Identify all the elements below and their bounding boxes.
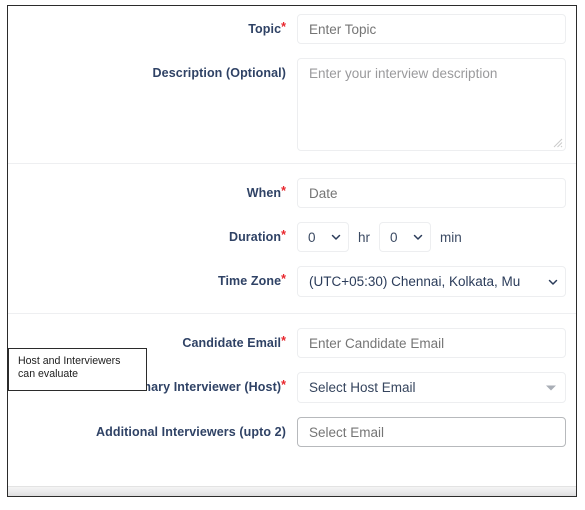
duration-minutes-unit: min: [440, 229, 462, 245]
control-cell-candidate-email: [297, 328, 576, 358]
label-additional-interviewers: Additional Interviewers (upto 2): [95, 425, 286, 439]
label-cell-duration: Duration*: [8, 222, 297, 246]
timezone-select[interactable]: (UTC+05:30) Chennai, Kolkata, Mu: [297, 266, 566, 297]
label-cell-description: Description (Optional): [8, 58, 297, 82]
resize-grip-icon[interactable]: [553, 138, 563, 148]
description-placeholder: Enter your interview description: [309, 66, 498, 81]
control-cell-when: [297, 178, 576, 208]
required-marker-when: *: [281, 184, 286, 198]
label-candidate-email: Candidate Email: [182, 336, 282, 350]
duration-controls: 0 hr 0 min: [297, 222, 566, 252]
label-cell-topic: Topic*: [8, 14, 297, 38]
duration-hours-unit: hr: [358, 229, 371, 245]
label-topic: Topic: [248, 22, 282, 36]
duration-minutes-select[interactable]: 0: [379, 222, 432, 252]
label-duration: Duration: [228, 230, 282, 244]
required-marker-duration: *: [281, 228, 286, 242]
chevron-down-icon: [548, 279, 558, 285]
control-cell-duration: 0 hr 0 min: [297, 222, 576, 252]
when-date-input[interactable]: [297, 178, 566, 208]
topic-input[interactable]: [297, 14, 566, 44]
candidate-email-input[interactable]: [297, 328, 566, 358]
schedule-interview-screen: Topic* Description (Optional) Enter your…: [0, 0, 585, 510]
form-row-when: When*: [8, 178, 576, 208]
form-row-additional-interviewers: Additional Interviewers (upto 2): [8, 417, 576, 447]
primary-interviewer-select[interactable]: Select Host Email: [297, 372, 566, 403]
label-description: Description (Optional): [152, 66, 286, 80]
form-section-details: Topic* Description (Optional) Enter your…: [8, 6, 576, 163]
form-row-timezone: Time Zone* (UTC+05:30) Chennai, Kolkata,…: [8, 266, 576, 297]
required-marker-primary-interviewer: *: [281, 378, 286, 392]
form-section-schedule: When* Duration* 0: [8, 163, 576, 313]
chevron-down-icon: [331, 234, 341, 240]
primary-interviewer-value: Select Host Email: [309, 380, 416, 395]
control-cell-additional-interviewers: [297, 417, 576, 447]
timezone-selected-value: (UTC+05:30) Chennai, Kolkata, Mu: [309, 274, 521, 289]
required-marker-topic: *: [281, 20, 286, 34]
form-row-duration: Duration* 0 hr 0 min: [8, 222, 576, 252]
form-row-description: Description (Optional) Enter your interv…: [8, 58, 576, 151]
interview-form-panel: Topic* Description (Optional) Enter your…: [7, 5, 577, 497]
duration-hours-value: 0: [308, 229, 316, 245]
label-when: When: [246, 186, 282, 200]
description-textarea[interactable]: Enter your interview description: [297, 58, 566, 151]
required-marker-candidate-email: *: [281, 334, 286, 348]
label-cell-additional-interviewers: Additional Interviewers (upto 2): [8, 417, 297, 441]
annotation-callout: Host and Interviewers can evaluate: [8, 348, 147, 391]
duration-minutes-value: 0: [390, 229, 398, 245]
caret-down-icon: [546, 385, 556, 390]
duration-hours-select[interactable]: 0: [297, 222, 349, 252]
label-cell-timezone: Time Zone*: [8, 266, 297, 290]
additional-interviewers-input[interactable]: [297, 417, 566, 447]
chevron-down-icon: [413, 234, 423, 240]
control-cell-primary-interviewer: Select Host Email: [297, 372, 576, 403]
label-cell-when: When*: [8, 178, 297, 202]
control-cell-description: Enter your interview description: [297, 58, 576, 151]
label-timezone: Time Zone: [217, 274, 282, 288]
control-cell-timezone: (UTC+05:30) Chennai, Kolkata, Mu: [297, 266, 576, 297]
required-marker-timezone: *: [281, 272, 286, 286]
annotation-callout-text: Host and Interviewers can evaluate: [18, 355, 121, 380]
form-row-topic: Topic*: [8, 14, 576, 44]
interview-form: Topic* Description (Optional) Enter your…: [8, 6, 576, 496]
horizontal-scrollbar[interactable]: [8, 486, 576, 496]
control-cell-topic: [297, 14, 576, 44]
